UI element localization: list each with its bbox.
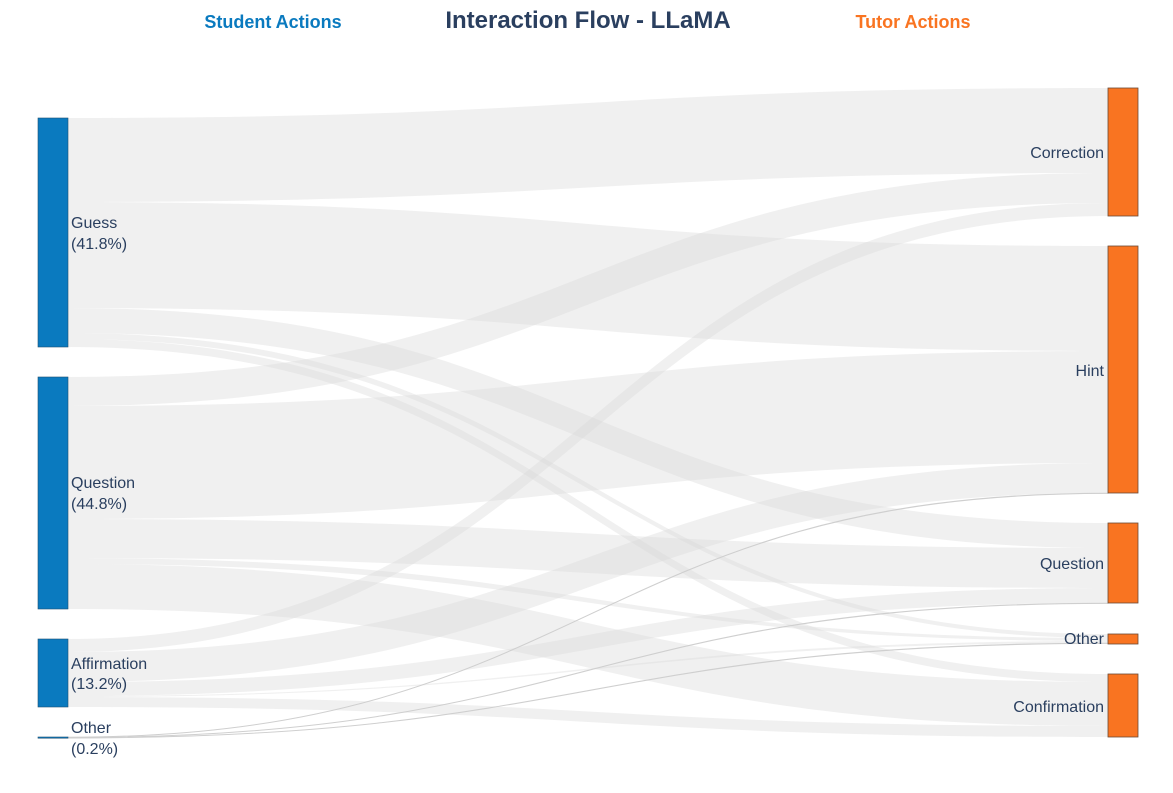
sankey-diagram: Student Actions Interaction Flow - LLaMA… — [37, 7, 1139, 758]
student-pct-question: (44.8%) — [71, 496, 127, 513]
tutor-node-other[interactable] — [1107, 633, 1139, 645]
student-pct-guess: (41.8%) — [71, 236, 127, 253]
student-node-affirmation[interactable] — [37, 638, 69, 708]
student-actions-header: Student Actions — [204, 12, 341, 32]
student-node-question[interactable] — [37, 376, 69, 610]
student-label-other: Other — [71, 720, 112, 737]
student-label-affirmation: Affirmation — [71, 656, 147, 673]
chart-title: Interaction Flow - LLaMA — [445, 7, 730, 34]
student-node-guess[interactable] — [37, 117, 69, 348]
flow-links — [67, 88, 1109, 739]
tutor-label-hint: Hint — [1076, 363, 1105, 380]
tutor-node-correction[interactable] — [1107, 87, 1139, 217]
student-pct-other: (0.2%) — [71, 741, 118, 758]
tutor-label-question: Question — [1040, 556, 1104, 573]
student-label-guess: Guess — [71, 215, 117, 232]
student-node-other[interactable] — [37, 736, 69, 739]
tutor-node-hint[interactable] — [1107, 245, 1139, 494]
tutor-node-confirmation[interactable] — [1107, 673, 1139, 738]
tutor-label-other: Other — [1064, 631, 1105, 648]
tutor-label-confirmation: Confirmation — [1013, 699, 1104, 716]
tutor-label-correction: Correction — [1030, 145, 1104, 162]
student-pct-affirmation: (13.2%) — [71, 676, 127, 693]
student-label-question: Question — [71, 475, 135, 492]
tutor-node-question[interactable] — [1107, 522, 1139, 604]
tutor-actions-header: Tutor Actions — [856, 12, 971, 32]
